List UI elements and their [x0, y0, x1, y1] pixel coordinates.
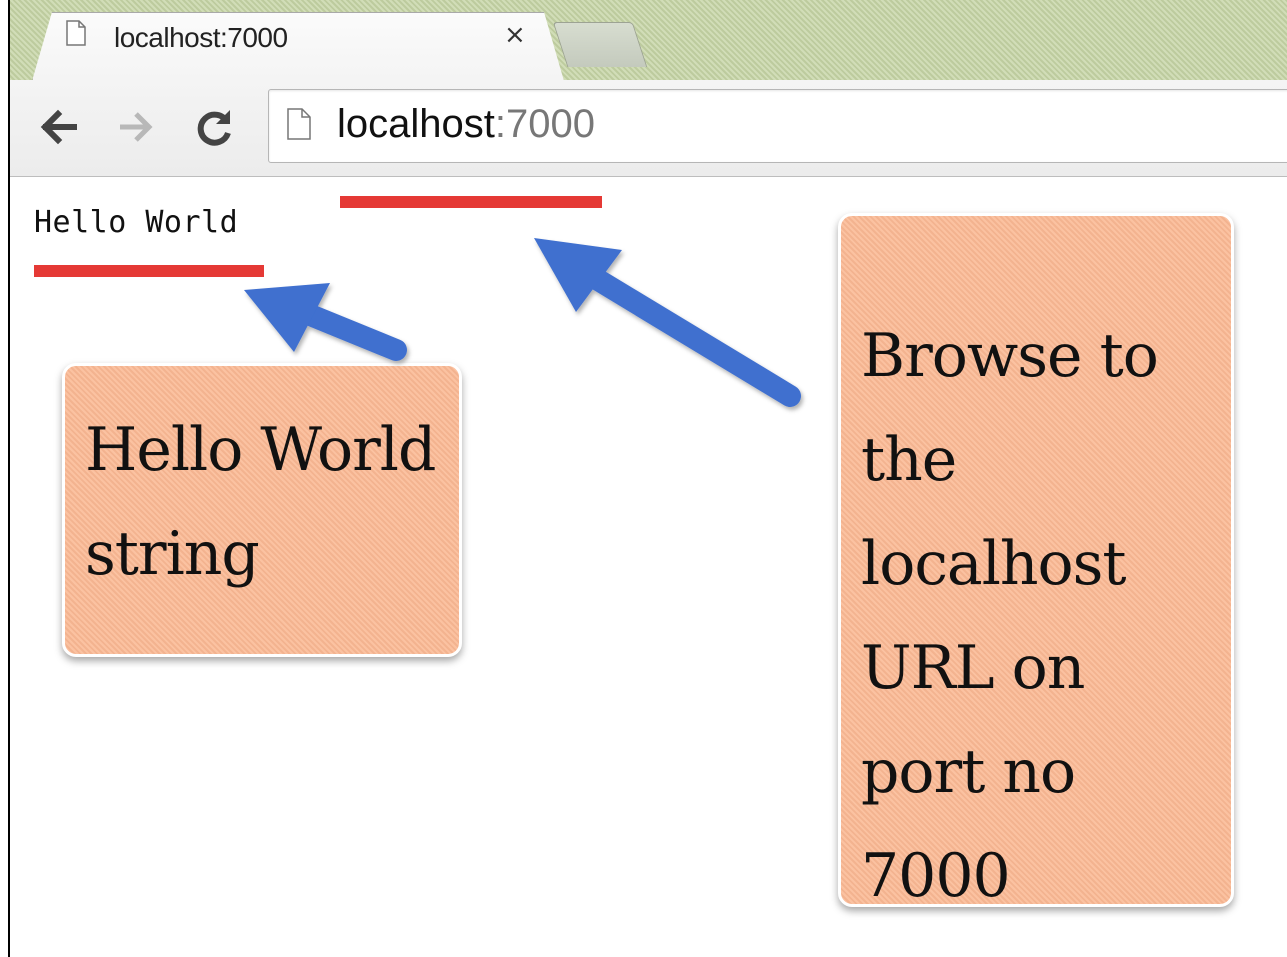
page-content: Hello World Hello World string Browse to…	[10, 177, 1287, 957]
url-host: localhost	[337, 102, 495, 146]
address-bar[interactable]: localhost:7000	[268, 89, 1287, 163]
url-port: :7000	[494, 102, 595, 146]
reload-icon[interactable]	[190, 102, 240, 152]
callout-hello-world: Hello World string	[62, 363, 462, 657]
close-icon[interactable]: ×	[504, 22, 526, 48]
callout-text: Hello World string	[85, 415, 436, 589]
tab-title[interactable]: localhost:7000	[114, 22, 288, 54]
callout-browse-localhost: Browse to the localhost URL on port no 7…	[838, 213, 1234, 911]
page-icon	[66, 20, 86, 46]
page-icon	[287, 108, 311, 140]
callout-text: Browse to the localhost URL on port no 7…	[861, 321, 1159, 911]
toolbar: localhost:7000	[10, 80, 1287, 177]
tab-localhost[interactable]	[32, 12, 564, 81]
hello-world-text: Hello World	[34, 205, 239, 240]
new-tab-button[interactable]	[552, 22, 648, 67]
browser-window: localhost:7000 × localhost:7000 Hello Wo…	[8, 0, 1287, 957]
url-text[interactable]: localhost:7000	[337, 100, 595, 148]
back-arrow-icon[interactable]	[34, 102, 84, 152]
tab-strip: localhost:7000 ×	[10, 0, 1287, 81]
forward-arrow-icon[interactable]	[110, 102, 160, 152]
